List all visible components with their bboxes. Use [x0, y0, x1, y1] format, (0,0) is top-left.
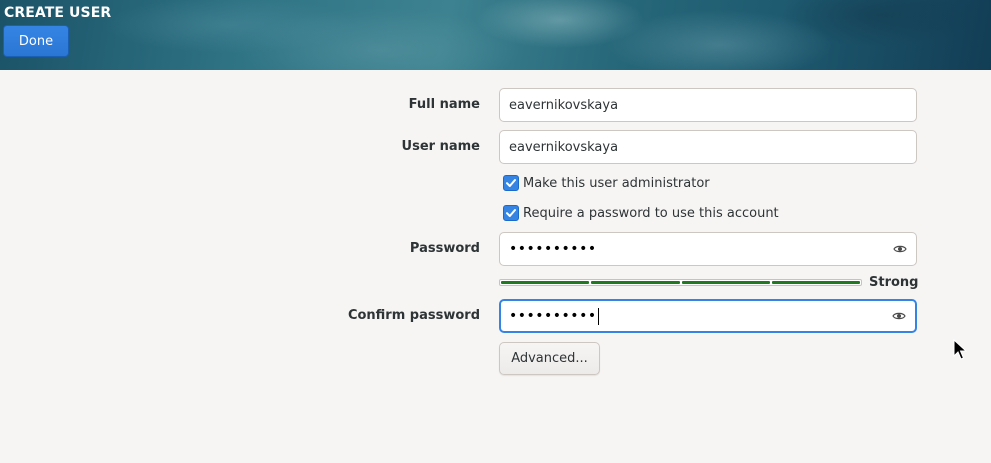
user-name-field[interactable]: eavernikovskaya: [499, 130, 917, 164]
strength-segment: [501, 281, 590, 284]
header-bar: CREATE USER Done: [0, 0, 991, 70]
advanced-button[interactable]: Advanced...: [499, 342, 600, 375]
require-password-checkbox-row[interactable]: Require a password to use this account: [503, 204, 779, 222]
confirm-password-value: ••••••••••: [509, 308, 597, 324]
page-title: CREATE USER: [4, 5, 112, 21]
password-label: Password: [409, 241, 480, 256]
password-value: ••••••••••: [509, 241, 597, 257]
admin-checkbox-row[interactable]: Make this user administrator: [503, 174, 710, 192]
confirm-password-label: Confirm password: [347, 308, 480, 323]
require-password-checkbox-label: Require a password to use this account: [523, 205, 779, 221]
password-field[interactable]: ••••••••••: [499, 232, 917, 266]
user-name-label: User name: [401, 139, 480, 154]
full-name-field[interactable]: eavernikovskaya: [499, 88, 917, 122]
strength-segment: [681, 281, 770, 284]
mouse-cursor-icon: [953, 339, 967, 360]
checkmark-icon: [506, 209, 516, 217]
strength-segment: [591, 281, 680, 284]
full-name-value: eavernikovskaya: [509, 97, 619, 113]
admin-checkbox-label: Make this user administrator: [523, 175, 710, 191]
password-strength-meter: [499, 279, 862, 286]
require-password-checkbox[interactable]: [503, 205, 519, 221]
password-strength-label: Strong: [869, 275, 919, 290]
strength-segment: [771, 281, 860, 284]
checkmark-icon: [506, 179, 516, 187]
text-caret: [597, 307, 599, 325]
user-name-value: eavernikovskaya: [509, 139, 619, 155]
done-button[interactable]: Done: [3, 25, 69, 57]
full-name-label: Full name: [408, 97, 480, 112]
confirm-password-field[interactable]: ••••••••••: [499, 299, 917, 333]
eye-icon[interactable]: [893, 244, 907, 254]
admin-checkbox[interactable]: [503, 175, 519, 191]
eye-icon[interactable]: [892, 311, 906, 321]
